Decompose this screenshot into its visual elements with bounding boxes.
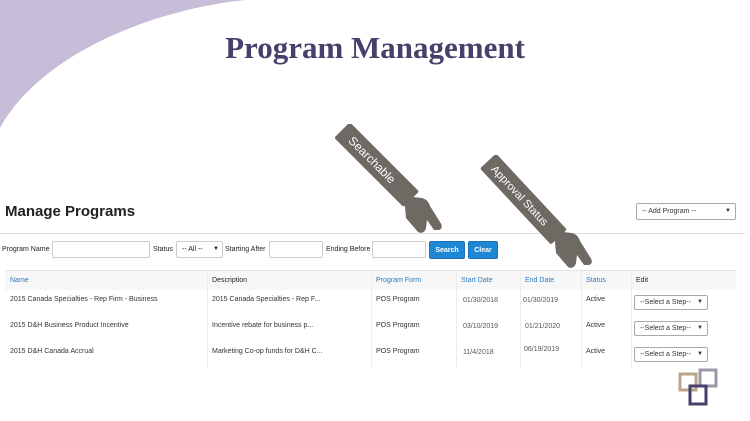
row-end-date: 01/30/2019 [523,297,559,304]
select-step-label: --Select a Step-- [640,351,691,358]
section-title: Manage Programs [5,203,136,220]
column-header-edit: Edit [636,277,649,284]
pointing-hand-icon [554,231,592,268]
row-status: Active [586,348,606,355]
column-divider [520,270,521,367]
logo-icon [678,368,718,406]
header-swoosh [0,0,245,128]
starting-after-input[interactable] [269,241,323,258]
row-status: Active [586,296,606,303]
caret-down-icon: ▼ [697,325,703,331]
add-program-label: -- Add Program -- [642,208,697,215]
status-select-value: -- All -- [182,246,203,253]
row-program-form: POS Program [376,322,420,329]
column-header-start-date[interactable]: Start Date [461,277,493,284]
ending-before-label: Ending Before [326,246,371,253]
column-header-end-date[interactable]: End Date [525,277,554,284]
row-description: Incentive rebate for business p... [212,322,314,329]
select-step-dropdown[interactable]: --Select a Step-- ▼ [634,295,708,310]
page-title: Program Management [225,30,525,65]
searchable-callout: Searchable [335,124,442,233]
row-start-date: 11/4/2018 [463,349,494,356]
row-program-form: POS Program [376,348,420,355]
row-program-form: POS Program [376,296,420,303]
searchable-callout-text: Searchable [346,134,399,187]
pointing-hand-icon [404,196,442,233]
caret-down-icon: ▼ [213,246,219,252]
row-description: 2015 Canada Specialties - Rep F... [212,296,321,303]
select-step-dropdown[interactable]: --Select a Step-- ▼ [634,347,708,362]
column-header-description: Description [212,277,248,284]
select-step-label: --Select a Step-- [640,299,691,306]
column-divider [456,270,457,367]
program-name-label: Program Name [2,246,50,253]
row-name: 2015 D&H Business Product Incentive [10,322,129,329]
column-divider [371,270,372,367]
row-name: 2015 Canada Specialties - Rep Firm - Bus… [10,296,158,303]
approval-status-callout-text: Approval Status [488,163,550,228]
caret-down-icon: ▼ [697,351,703,357]
program-name-input[interactable] [52,241,150,258]
search-button[interactable]: Search [429,241,465,259]
row-end-date: 06/19/2019 [524,346,560,353]
select-step-dropdown[interactable]: --Select a Step-- ▼ [634,321,708,336]
row-description: Marketing Co-op funds for D&H C... [212,348,323,355]
status-select[interactable]: -- All -- ▼ [176,241,223,258]
column-header-status[interactable]: Status [586,277,606,284]
row-start-date: 01/30/2018 [463,297,499,304]
add-program-select[interactable]: -- Add Program -- ▼ [636,203,736,220]
caret-down-icon: ▼ [697,299,703,305]
row-start-date: 03/10/2019 [463,323,499,330]
row-name: 2015 D&H Canada Accrual [10,348,94,355]
column-header-program-form[interactable]: Program Form [376,277,421,284]
row-end-date: 01/21/2020 [525,323,561,330]
caret-down-icon: ▼ [725,208,731,214]
status-label: Status [153,246,173,253]
select-step-label: --Select a Step-- [640,325,691,332]
column-divider [207,270,208,367]
column-divider [631,270,632,367]
row-status: Active [586,322,606,329]
column-header-name[interactable]: Name [10,277,29,284]
starting-after-label: Starting After [225,246,266,253]
column-divider [581,270,582,367]
ending-before-input[interactable] [372,241,426,258]
approval-status-callout: Approval Status [480,155,592,268]
